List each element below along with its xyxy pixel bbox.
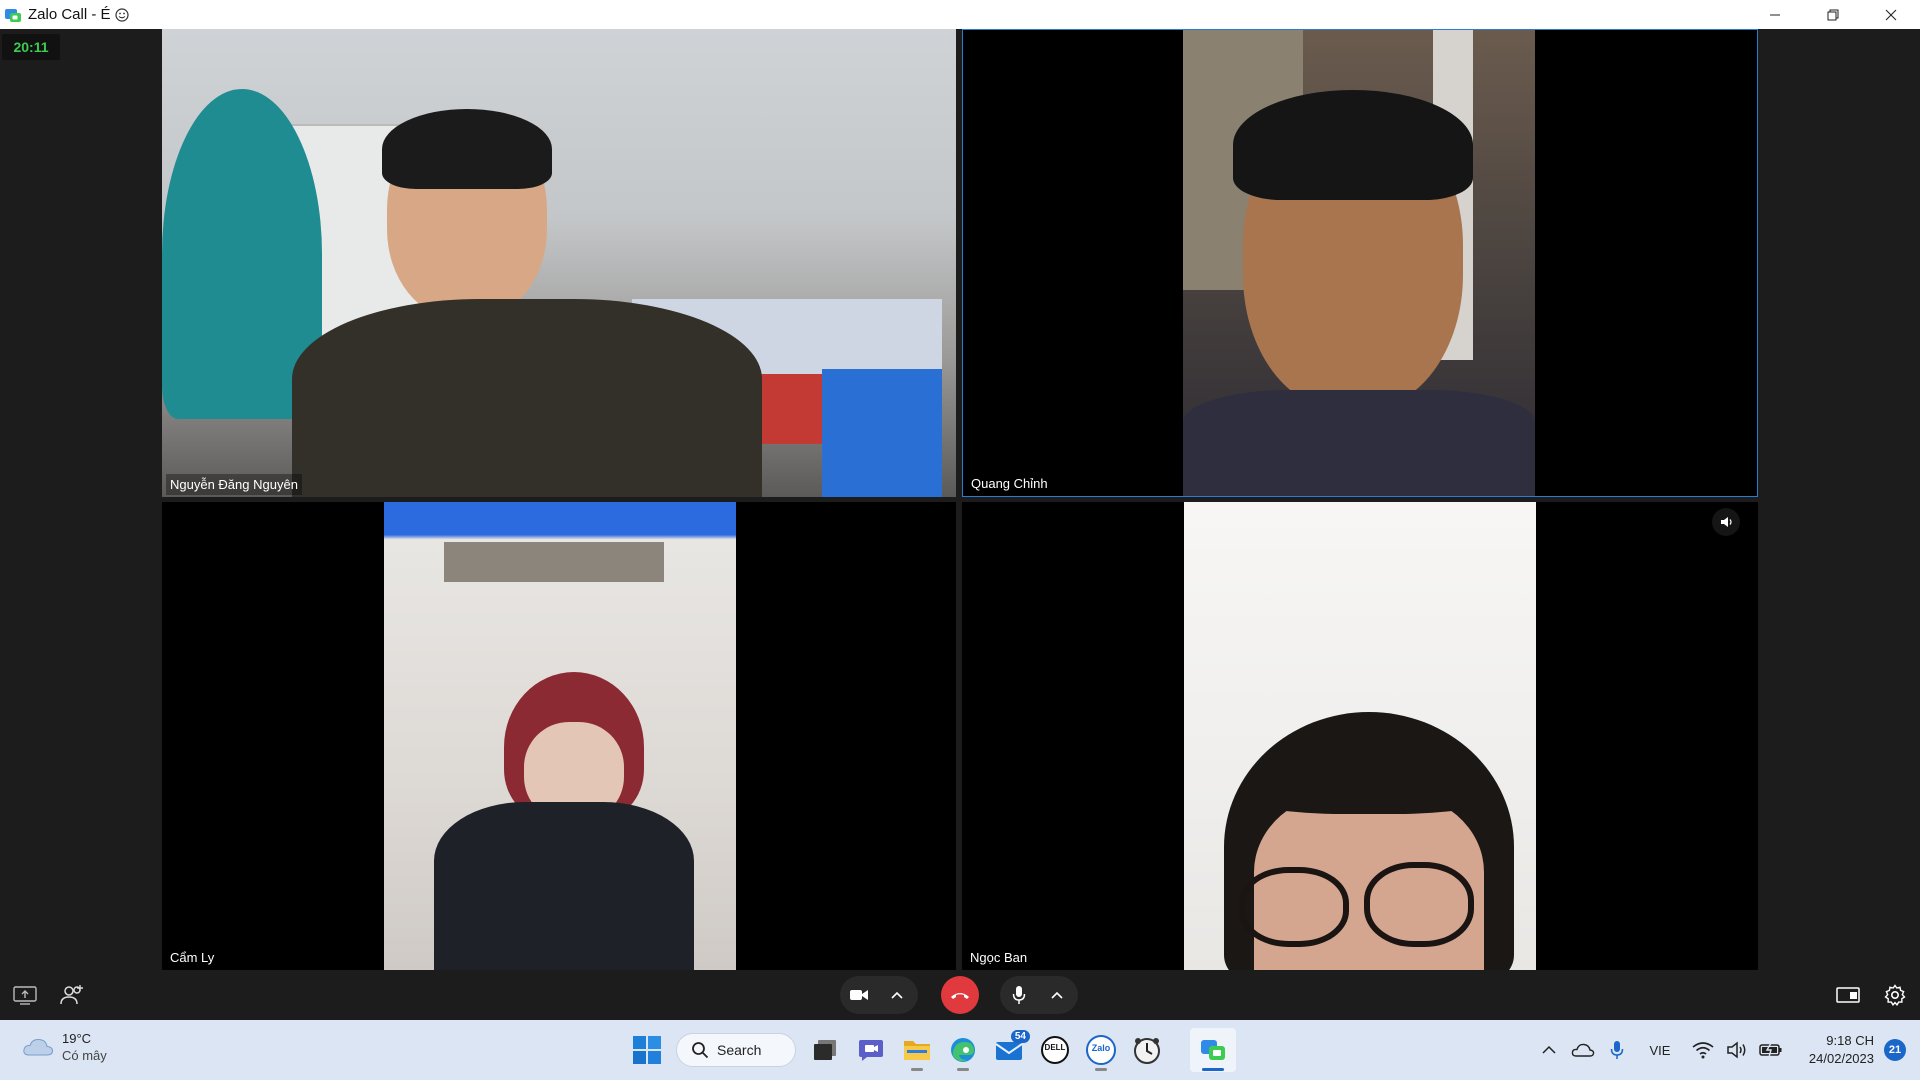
camera-button[interactable] (840, 976, 878, 1014)
hang-up-icon (951, 993, 969, 999)
zalo-label: Zalo (1091, 1043, 1111, 1053)
dell-app-button[interactable]: DELL (1032, 1028, 1078, 1072)
microphone-icon (1610, 1041, 1624, 1059)
participant-name-3: Cẩm Ly (166, 947, 219, 968)
taskbar-clock[interactable]: 9:18 CH 24/02/2023 (1792, 1032, 1874, 1068)
call-timer: 20:11 (2, 34, 60, 60)
chat-icon (859, 1040, 883, 1061)
restore-button[interactable] (1804, 0, 1862, 29)
call-area: 20:11 Nguyễn Đăng Nguyên Quang Chỉnh Cẩm… (0, 29, 1920, 970)
file-explorer-button[interactable] (894, 1028, 940, 1072)
video-tile-4[interactable]: Ngọc Ban (962, 502, 1758, 970)
participant-name-4: Ngọc Ban (966, 947, 1032, 968)
chevron-up-icon (891, 991, 903, 999)
add-member-icon (60, 985, 83, 1005)
taskbar-search[interactable]: Search (676, 1033, 796, 1067)
window-title-text: Zalo Call - É (28, 6, 111, 23)
show-hidden-icons-button[interactable] (1532, 1030, 1566, 1070)
notification-count-badge[interactable]: 21 (1884, 1039, 1906, 1061)
camera-control-group (840, 976, 918, 1014)
microphone-options-button[interactable] (1038, 976, 1076, 1014)
call-control-bar (0, 970, 1920, 1020)
settings-button[interactable] (1880, 980, 1910, 1010)
teams-chat-button[interactable] (848, 1028, 894, 1072)
mail-badge: 54 (1010, 1030, 1030, 1043)
participant-name-2: Quang Chỉnh (967, 473, 1052, 494)
zalo-call-app-button[interactable] (1190, 1028, 1236, 1072)
clock-app-button[interactable] (1124, 1028, 1170, 1072)
task-view-icon (814, 1040, 836, 1060)
weather-widget[interactable]: 19°C Có mây (22, 1030, 107, 1064)
chevron-up-icon (1542, 1045, 1556, 1054)
windows-taskbar: 19°C Có mây Search 54 DELL Zalo VIE 9:18… (0, 1020, 1920, 1080)
weather-condition: Có mây (62, 1048, 107, 1063)
battery-charging-icon (1759, 1042, 1782, 1058)
window-controls (1746, 0, 1920, 29)
participant-name-1: Nguyễn Đăng Nguyên (166, 474, 302, 495)
title-bar: Zalo Call - É (0, 0, 1920, 29)
start-button[interactable] (624, 1028, 670, 1072)
edge-browser-button[interactable] (940, 1028, 986, 1072)
onedrive-icon (1571, 1043, 1595, 1057)
clock-date: 24/02/2023 (1808, 1051, 1874, 1066)
search-label: Search (717, 1042, 762, 1058)
input-language[interactable]: VIE (1634, 1043, 1686, 1058)
video-feed-3 (384, 502, 736, 970)
folder-icon (904, 1041, 930, 1060)
clock-time: 9:18 CH (1826, 1033, 1874, 1048)
zalo-call-icon (1201, 1040, 1225, 1060)
volume-button[interactable] (1720, 1030, 1754, 1070)
layout-icon (1836, 987, 1860, 1003)
share-screen-button[interactable] (10, 980, 40, 1010)
taskbar-apps: Search 54 DELL Zalo (624, 1028, 1236, 1072)
video-feed-1 (162, 29, 956, 497)
close-button[interactable] (1862, 0, 1920, 29)
mail-button[interactable]: 54 (986, 1028, 1032, 1072)
weather-temperature: 19°C (62, 1031, 92, 1046)
zalo-app-button[interactable]: Zalo (1078, 1028, 1124, 1072)
smiley-emoji-icon (114, 7, 129, 22)
video-feed-2 (1183, 30, 1535, 496)
video-tile-2[interactable]: Quang Chỉnh (962, 29, 1758, 497)
edge-icon (951, 1038, 975, 1062)
hang-up-button[interactable] (941, 976, 979, 1014)
minimize-button[interactable] (1746, 0, 1804, 29)
wifi-button[interactable] (1686, 1030, 1720, 1070)
layout-button[interactable] (1833, 980, 1863, 1010)
chevron-up-icon (1051, 991, 1063, 999)
microphone-button[interactable] (1000, 976, 1038, 1014)
search-icon (692, 1042, 709, 1059)
settings-icon (1884, 984, 1906, 1006)
microphone-icon (1012, 986, 1026, 1004)
video-feed-4 (1184, 502, 1536, 970)
alarm-clock-icon (1134, 1038, 1160, 1064)
window-title: Zalo Call - É (28, 6, 129, 23)
cloud-icon (23, 1038, 54, 1056)
add-member-button[interactable] (57, 980, 87, 1010)
video-tile-3[interactable]: Cẩm Ly (162, 502, 956, 970)
mic-control-group (1000, 976, 1078, 1014)
windows-logo-icon (633, 1036, 661, 1064)
task-view-button[interactable] (802, 1028, 848, 1072)
speaker-icon (1712, 508, 1740, 536)
camera-icon (850, 990, 868, 1000)
speaker-icon (1727, 1041, 1746, 1059)
zalo-call-app-icon (4, 7, 22, 23)
battery-button[interactable] (1754, 1030, 1788, 1070)
onedrive-button[interactable] (1566, 1030, 1600, 1070)
microphone-status-button[interactable] (1600, 1030, 1634, 1070)
video-tile-1[interactable]: Nguyễn Đăng Nguyên (162, 29, 956, 497)
wifi-icon (1692, 1042, 1714, 1059)
camera-options-button[interactable] (878, 976, 916, 1014)
dell-label: DELL (1044, 1043, 1066, 1052)
share-screen-icon (13, 986, 37, 1005)
system-tray: VIE 9:18 CH 24/02/2023 21 (1532, 1020, 1920, 1080)
